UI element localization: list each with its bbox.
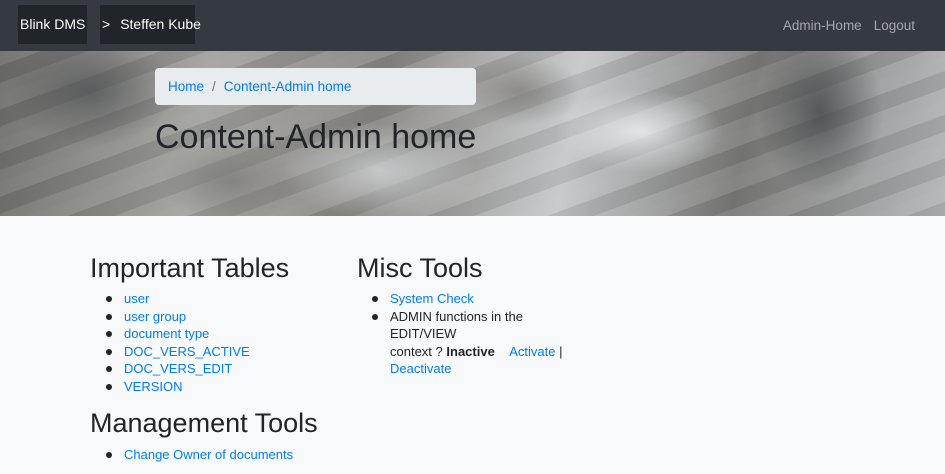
list-item: DOC_VERS_EDIT xyxy=(106,360,250,378)
list-item: ADMIN functions in the EDIT/VIEW context… xyxy=(372,308,590,378)
list-item: user group xyxy=(106,308,250,326)
change-owner-link[interactable]: Change Owner of documents xyxy=(124,447,293,462)
table-link-doc-vers-edit[interactable]: DOC_VERS_EDIT xyxy=(124,361,232,376)
breadcrumb: Home / Content-Admin home xyxy=(155,68,476,105)
list-item: DOC_VERS_ACTIVE xyxy=(106,343,250,361)
system-check-link[interactable]: System Check xyxy=(390,291,474,306)
table-link-doc-vers-active[interactable]: DOC_VERS_ACTIVE xyxy=(124,344,250,359)
breadcrumb-home-link[interactable]: Home xyxy=(168,79,204,94)
admin-home-link[interactable]: Admin-Home xyxy=(783,18,862,33)
list-item: document type xyxy=(106,325,250,343)
list-item: user xyxy=(106,290,250,308)
top-navbar: Blink DMS > Steffen Kube Admin-Home Logou… xyxy=(0,0,945,51)
admin-context-text: context ? xyxy=(390,343,443,359)
brand-label: Blink DMS xyxy=(20,16,86,32)
important-tables-heading: Important Tables xyxy=(90,253,290,283)
management-tools-list: Change Owner of documents xyxy=(105,446,293,464)
misc-tools-heading: Misc Tools xyxy=(357,253,483,283)
list-item: System Check xyxy=(372,290,590,308)
list-item: VERSION xyxy=(106,378,250,396)
list-item: Change Owner of documents xyxy=(105,446,293,464)
user-name: Steffen Kube xyxy=(120,16,201,32)
brand-separator: > xyxy=(102,16,111,32)
table-link-document-type[interactable]: document type xyxy=(124,326,209,341)
deactivate-link[interactable]: Deactivate xyxy=(390,361,451,376)
management-tools-heading: Management Tools xyxy=(90,408,318,438)
activate-link[interactable]: Activate xyxy=(509,344,555,359)
table-link-user-group[interactable]: user group xyxy=(124,309,186,324)
pipe-separator: | xyxy=(559,343,563,359)
misc-tools-list: System Check ADMIN functions in the EDIT… xyxy=(372,290,590,378)
admin-functions-text: ADMIN functions in the EDIT/VIEW xyxy=(390,308,523,342)
table-link-version[interactable]: VERSION xyxy=(124,379,183,394)
important-tables-list: user user group document type DOC_VERS_A… xyxy=(106,290,250,396)
table-link-user[interactable]: user xyxy=(124,291,149,306)
brand-link[interactable]: Blink DMS xyxy=(18,5,87,44)
user-link[interactable]: > Steffen Kube xyxy=(100,5,201,44)
admin-status: Inactive xyxy=(446,343,495,359)
breadcrumb-divider: / xyxy=(212,79,216,94)
breadcrumb-current-link[interactable]: Content-Admin home xyxy=(224,79,352,94)
nav-links: Admin-Home Logout xyxy=(783,0,915,51)
hero-banner: Home / Content-Admin home Content-Admin … xyxy=(0,51,945,216)
logout-link[interactable]: Logout xyxy=(874,18,915,33)
page-title: Content-Admin home xyxy=(155,118,477,156)
